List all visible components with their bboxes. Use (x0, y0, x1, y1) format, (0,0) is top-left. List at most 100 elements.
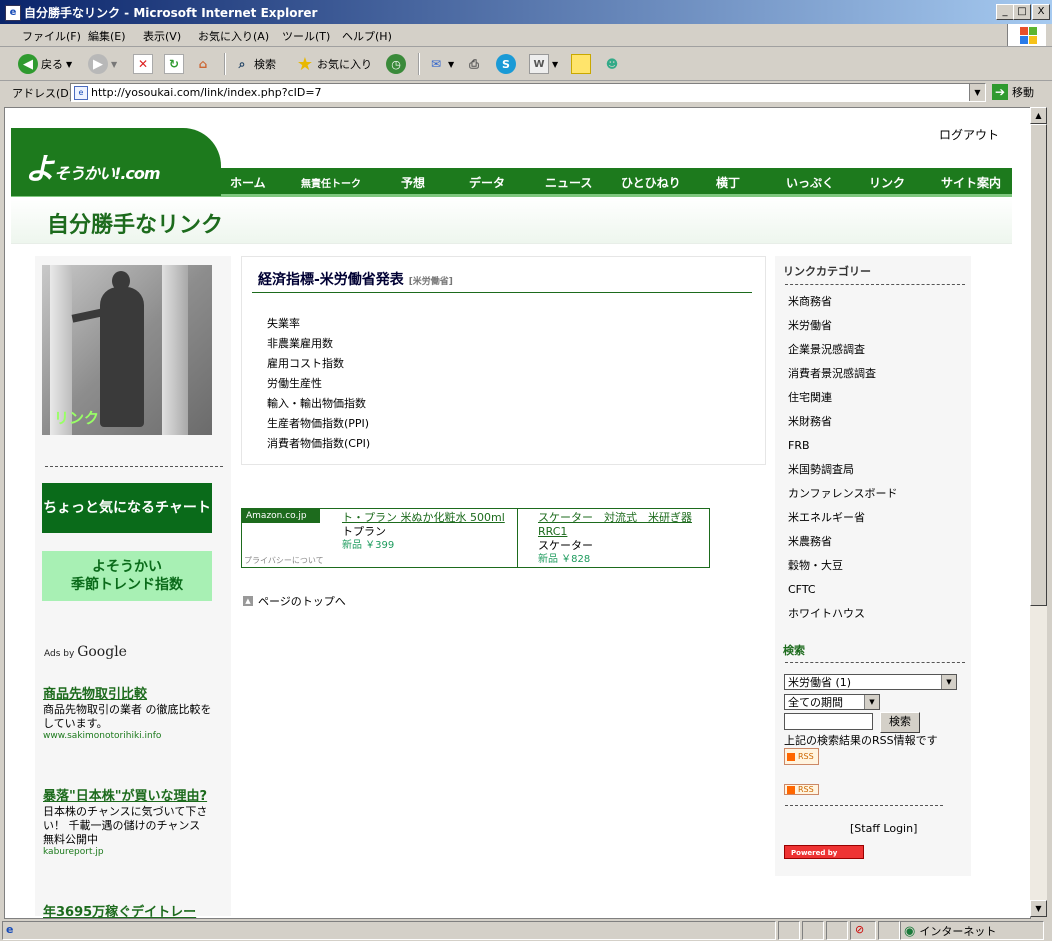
heading-tag: [米労働省] (408, 277, 453, 287)
forward-button[interactable]: ▶ ▼ (88, 53, 117, 75)
refresh-button[interactable]: ↻ (164, 53, 184, 75)
messenger-button[interactable]: ☻ (603, 53, 621, 75)
category-item[interactable]: ホワイトハウス (788, 602, 897, 626)
minimize-button[interactable]: _ (996, 4, 1014, 20)
toolbar-separator (418, 53, 420, 75)
ie-icon: e (5, 5, 21, 21)
vertical-scrollbar[interactable]: ▲ ▼ (1030, 107, 1047, 917)
site-logo[interactable]: よそうかい!.com (25, 144, 161, 188)
category-item[interactable]: 住宅関連 (788, 386, 897, 410)
category-item[interactable]: 米エネルギー省 (788, 506, 897, 530)
list-item[interactable]: 生産者物価指数(PPI) (267, 414, 370, 434)
nav-site-guide[interactable]: サイト案内 (941, 174, 1001, 191)
category-item[interactable]: FRB (788, 434, 897, 458)
nav-home[interactable]: ホーム (230, 174, 266, 191)
nav-ippuku[interactable]: いっぷく (786, 174, 834, 191)
ad-url[interactable]: kabureport.jp (43, 847, 213, 857)
section-heading: 経済指標-米労働省発表 [米労働省] (258, 269, 453, 289)
messenger-icon: ☻ (605, 57, 619, 71)
chevron-down-icon[interactable]: ▼ (969, 84, 985, 101)
category-item[interactable]: 米労働省 (788, 314, 897, 338)
refresh-icon: ↻ (164, 54, 184, 74)
stop-button[interactable]: ✕ (133, 53, 153, 75)
category-item[interactable]: CFTC (788, 578, 897, 602)
ad-url[interactable]: www.sakimonotorihiki.info (43, 731, 213, 741)
ad-title[interactable]: 暴落"日本株"が買いな理由? (43, 789, 213, 805)
chart-banner[interactable]: ちょっと気になるチャート (42, 483, 212, 533)
nav-talk[interactable]: 無責任トーク (301, 175, 361, 190)
list-item[interactable]: 雇用コスト指数 (267, 354, 370, 374)
scroll-down-icon[interactable]: ▼ (1030, 900, 1047, 917)
list-item[interactable]: 失業率 (267, 314, 370, 334)
go-button[interactable]: ➔ 移動 (992, 84, 1034, 100)
ad-item[interactable]: 暴落"日本株"が買いな理由? 日本株のチャンスに気づいて下さい！ 千載一遇の儲け… (43, 789, 213, 857)
toolbar: ◀ 戻る ▼ ▶ ▼ ✕ ↻ ⌂ ⌕ 検索 ★ お気に入り ◷ ✉ ▼ ⎙ S … (0, 47, 1052, 81)
link-image[interactable]: リンク (42, 265, 212, 435)
search-input[interactable] (784, 713, 873, 730)
privacy-link[interactable]: プライバシーについて (244, 555, 324, 566)
category-item[interactable]: 米農務省 (788, 530, 897, 554)
scroll-up-icon[interactable]: ▲ (1030, 107, 1047, 124)
ad-title[interactable]: 年3695万稼ぐデイトレー (43, 905, 213, 918)
nav-data[interactable]: データ (469, 174, 505, 191)
period-select[interactable]: 全ての期間 ▼ (784, 694, 880, 710)
menu-edit[interactable]: 編集(E) (88, 28, 126, 44)
search-button[interactable]: ⌕ 検索 (233, 53, 276, 75)
statue-head (112, 271, 130, 291)
nav-twist[interactable]: ひとひねり (621, 174, 681, 191)
list-item[interactable]: 労働生産性 (267, 374, 370, 394)
logout-link[interactable]: ログアウト (939, 126, 999, 143)
category-select[interactable]: 米労働省 (1) ▼ (784, 674, 957, 690)
category-item[interactable]: 消費者景況感調査 (788, 362, 897, 386)
menu-tools[interactable]: ツール(T) (282, 28, 330, 44)
category-item[interactable]: カンファレンスボード (788, 482, 897, 506)
search-submit-button[interactable]: 検索 (880, 712, 920, 733)
address-url[interactable]: http://yosoukai.com/link/index.php?cID=7 (91, 86, 322, 99)
powered-by-badge[interactable]: Powered by (784, 845, 864, 859)
page-icon: e (74, 86, 88, 100)
nav-yokocho[interactable]: 横丁 (716, 174, 740, 191)
history-icon: ◷ (386, 54, 406, 74)
menu-file[interactable]: ファイル(F) (22, 28, 81, 44)
product-title-link[interactable]: ト・プラン 米ぬか化粧水 500ml (342, 511, 505, 525)
rss-search-button[interactable]: RSS (784, 748, 819, 765)
trend-index-banner[interactable]: よそうかい 季節トレンド指数 (42, 551, 212, 601)
nav-news[interactable]: ニュース (545, 174, 592, 191)
skype-button[interactable]: S (496, 53, 516, 75)
ad-title[interactable]: 商品先物取引比較 (43, 687, 213, 703)
product-title-link[interactable]: スケーター 対流式 米研ぎ器 RRC1 (538, 511, 703, 539)
category-item[interactable]: 穀物・大豆 (788, 554, 897, 578)
list-item[interactable]: 消費者物価指数(CPI) (267, 434, 370, 454)
category-item[interactable]: 米商務省 (788, 290, 897, 314)
ads-by-google[interactable]: Ads by Google (44, 644, 127, 660)
nav-link[interactable]: リンク (869, 174, 905, 191)
scroll-thumb[interactable] (1030, 124, 1047, 606)
history-button[interactable]: ◷ (386, 53, 406, 75)
close-button[interactable]: X (1032, 4, 1050, 20)
menu-favorites[interactable]: お気に入り(A) (198, 28, 269, 44)
edit-button[interactable]: W ▼ (529, 53, 558, 75)
list-item[interactable]: 非農業雇用数 (267, 334, 370, 354)
menu-view[interactable]: 表示(V) (143, 28, 181, 44)
ad-item[interactable]: 商品先物取引比較 商品先物取引の業者 の徹底比較をしています。 www.saki… (43, 687, 213, 741)
print-button[interactable]: ⎙ (465, 53, 483, 75)
back-button[interactable]: ◀ 戻る ▼ (18, 53, 72, 75)
category-item[interactable]: 米財務省 (788, 410, 897, 434)
nav-forecast[interactable]: 予想 (401, 174, 425, 191)
notes-button[interactable] (571, 53, 591, 75)
home-button[interactable]: ⌂ (194, 53, 212, 75)
rss-feed-button[interactable]: RSS (784, 784, 819, 795)
staff-login-link[interactable]: [Staff Login] (850, 822, 917, 835)
logo-name: そうかい! (54, 164, 121, 183)
menu-help[interactable]: ヘルプ(H) (342, 28, 392, 44)
category-item[interactable]: 企業景況感調査 (788, 338, 897, 362)
ad-item[interactable]: 年3695万稼ぐデイトレー (43, 905, 213, 918)
star-icon: ★ (296, 53, 314, 75)
page-top-link[interactable]: ▲ ページのトップへ (243, 593, 346, 609)
mail-button[interactable]: ✉ ▼ (427, 53, 454, 75)
maximize-button[interactable]: □ (1013, 4, 1031, 20)
list-item[interactable]: 輸入・輸出物価指数 (267, 394, 370, 414)
address-input[interactable]: e http://yosoukai.com/link/index.php?cID… (70, 83, 986, 102)
favorites-button[interactable]: ★ お気に入り (296, 53, 372, 75)
category-item[interactable]: 米国勢調査局 (788, 458, 897, 482)
